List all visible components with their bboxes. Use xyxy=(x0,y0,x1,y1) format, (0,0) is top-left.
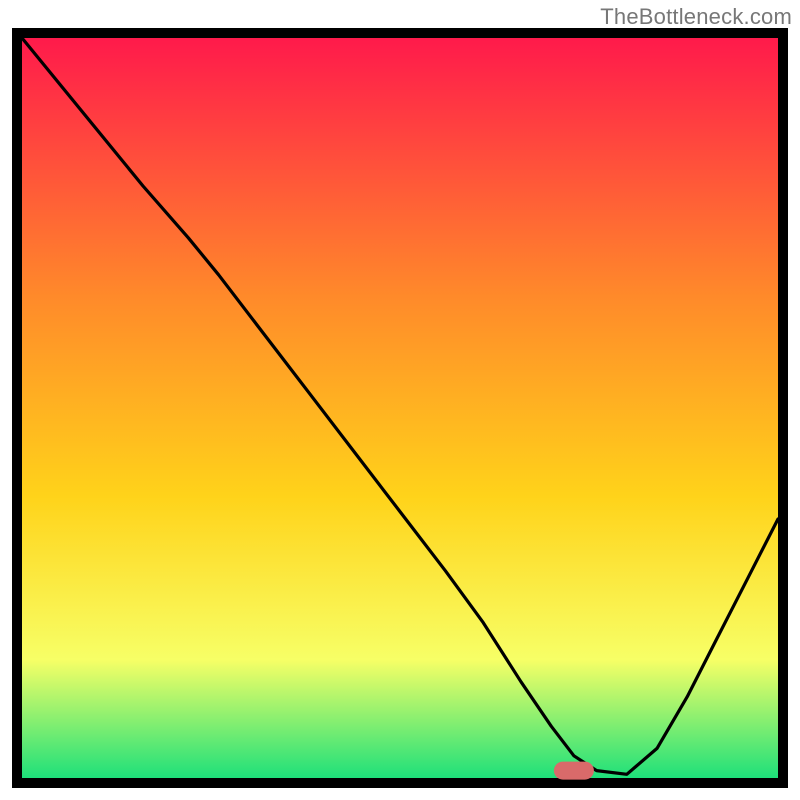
optimal-point-marker xyxy=(554,762,594,780)
plot-frame xyxy=(12,28,788,788)
chart-container: TheBottleneck.com xyxy=(0,0,800,800)
chart-svg xyxy=(12,28,788,788)
watermark-label: TheBottleneck.com xyxy=(600,4,792,30)
gradient-background xyxy=(22,38,778,778)
